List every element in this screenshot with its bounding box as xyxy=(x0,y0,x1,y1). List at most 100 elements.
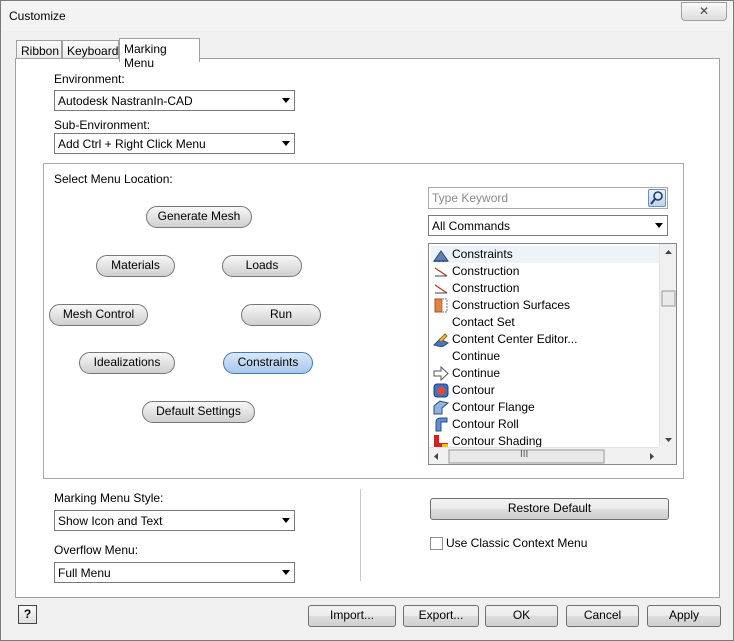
tab-keyboard-label: Keyboard xyxy=(67,44,119,58)
pill-materials[interactable]: Materials xyxy=(96,255,175,277)
pill-loads[interactable]: Loads xyxy=(222,255,302,277)
scroll-right-icon xyxy=(650,453,654,460)
environment-label: Environment: xyxy=(54,72,125,86)
chevron-down-icon xyxy=(282,570,290,575)
list-item[interactable]: Contact Set xyxy=(431,314,659,331)
pill-label: Default Settings xyxy=(156,404,241,418)
help-icon: ? xyxy=(23,607,32,621)
pill-run[interactable]: Run xyxy=(241,304,321,326)
pill-default-settings[interactable]: Default Settings xyxy=(142,401,255,423)
content-center-icon xyxy=(433,333,449,347)
pill-constraints[interactable]: Constraints xyxy=(223,352,313,374)
import-label: Import... xyxy=(329,608,374,622)
pill-label: Idealizations xyxy=(93,355,161,369)
list-item[interactable]: Content Center Editor... xyxy=(431,331,659,348)
chevron-down-icon xyxy=(282,141,290,146)
list-item-label: Contour Roll xyxy=(452,417,519,431)
command-filter-select[interactable]: All Commands xyxy=(428,215,668,236)
environment-select[interactable]: Autodesk NastranIn-CAD xyxy=(54,90,295,111)
sub-environment-label: Sub-Environment: xyxy=(54,118,151,132)
construction-line-icon xyxy=(434,267,448,277)
scroll-grip: III xyxy=(520,449,529,460)
search-icon xyxy=(650,191,663,205)
contour-roll-icon xyxy=(435,417,448,432)
chevron-down-icon xyxy=(655,223,663,228)
keyword-search xyxy=(428,187,668,209)
search-input[interactable] xyxy=(429,188,647,208)
pill-mesh-control[interactable]: Mesh Control xyxy=(49,304,148,326)
command-filter-value: All Commands xyxy=(432,219,511,233)
pill-label: Generate Mesh xyxy=(157,209,241,223)
scrollbar-graphic xyxy=(661,250,676,442)
classic-context-checkbox[interactable] xyxy=(430,537,443,550)
scroll-left-icon xyxy=(434,453,438,460)
sub-environment-select[interactable]: Add Ctrl + Right Click Menu xyxy=(54,133,295,154)
cancel-button[interactable]: Cancel xyxy=(566,605,639,627)
list-item-label: Contour Flange xyxy=(452,400,535,414)
environment-value: Autodesk NastranIn-CAD xyxy=(58,94,193,108)
pill-label: Loads xyxy=(245,258,279,272)
pill-label: Materials xyxy=(111,258,160,272)
restore-default-label: Restore Default xyxy=(507,501,592,515)
scroll-up-icon xyxy=(665,250,672,254)
customize-dialog: Customize ✕ Ribbon Keyboard Marking Menu… xyxy=(0,0,734,641)
list-item-label: Constraints xyxy=(452,247,513,261)
search-button[interactable] xyxy=(648,189,666,207)
pill-idealizations[interactable]: Idealizations xyxy=(79,352,175,374)
overflow-menu-value: Full Menu xyxy=(58,566,111,580)
arrow-right-icon xyxy=(433,366,449,381)
list-item-label: Content Center Editor... xyxy=(452,332,578,346)
marking-menu-style-value: Show Icon and Text xyxy=(58,514,163,528)
list-item-label: Continue xyxy=(452,366,501,380)
list-item-label: Construction xyxy=(452,281,520,295)
close-icon: ✕ xyxy=(698,4,710,18)
window-title: Customize xyxy=(9,9,66,23)
marking-menu-style-label: Marking Menu Style: xyxy=(54,491,164,505)
overflow-menu-label: Overflow Menu: xyxy=(54,543,139,557)
export-button[interactable]: Export... xyxy=(403,605,479,627)
list-item[interactable]: Continue xyxy=(431,348,659,365)
tab-marking-menu[interactable]: Marking Menu xyxy=(119,38,200,70)
horizontal-scrollbar[interactable]: III xyxy=(429,447,660,464)
pill-label: Constraints xyxy=(237,355,299,369)
chevron-down-icon xyxy=(282,98,290,103)
help-button[interactable]: ? xyxy=(18,605,37,624)
sub-environment-value: Add Ctrl + Right Click Menu xyxy=(58,137,206,151)
classic-context-label: Use Classic Context Menu xyxy=(446,536,588,550)
restore-default-button[interactable]: Restore Default xyxy=(430,498,669,520)
list-item-label: Construction Surfaces xyxy=(452,298,571,312)
pill-label: Run xyxy=(269,307,292,321)
apply-button[interactable]: Apply xyxy=(647,605,721,627)
construction-line-icon xyxy=(434,284,448,294)
list-item-label: Contour xyxy=(452,383,495,397)
scrollbar-graphic xyxy=(434,449,654,464)
list-item[interactable]: Construction xyxy=(431,263,659,280)
tab-ribbon-label: Ribbon xyxy=(21,44,60,58)
list-item[interactable]: Contour xyxy=(431,382,659,399)
scroll-down-icon xyxy=(665,438,672,442)
contour-icon xyxy=(433,383,449,398)
marking-menu-panel: Environment: Autodesk NastranIn-CAD Sub-… xyxy=(15,58,720,598)
vertical-scrollbar[interactable] xyxy=(659,244,676,448)
marking-menu-style-select[interactable]: Show Icon and Text xyxy=(54,510,295,531)
command-list[interactable]: Constraints Construction Construction Co… xyxy=(428,243,677,465)
list-item[interactable]: Construction Surfaces xyxy=(431,297,659,314)
list-item-label: Contact Set xyxy=(452,315,515,329)
list-item[interactable]: Construction xyxy=(431,280,659,297)
close-button[interactable]: ✕ xyxy=(681,2,727,21)
pill-generate-mesh[interactable]: Generate Mesh xyxy=(146,206,252,228)
export-label: Export... xyxy=(418,608,464,622)
list-item[interactable]: Continue xyxy=(431,365,659,382)
constraints-icon xyxy=(433,250,449,262)
list-item[interactable]: Constraints xyxy=(431,246,659,263)
list-item[interactable]: Contour Flange xyxy=(431,399,659,416)
import-button[interactable]: Import... xyxy=(308,605,396,627)
list-item-label: Construction xyxy=(452,264,520,278)
overflow-menu-select[interactable]: Full Menu xyxy=(54,562,295,583)
title-bar: Customize ✕ xyxy=(1,1,733,31)
ok-button[interactable]: OK xyxy=(485,605,558,627)
list-item[interactable]: Contour Roll xyxy=(431,416,659,433)
list-item-label: Continue xyxy=(452,349,501,363)
pill-label: Mesh Control xyxy=(62,307,135,321)
contour-flange-icon xyxy=(433,400,449,415)
